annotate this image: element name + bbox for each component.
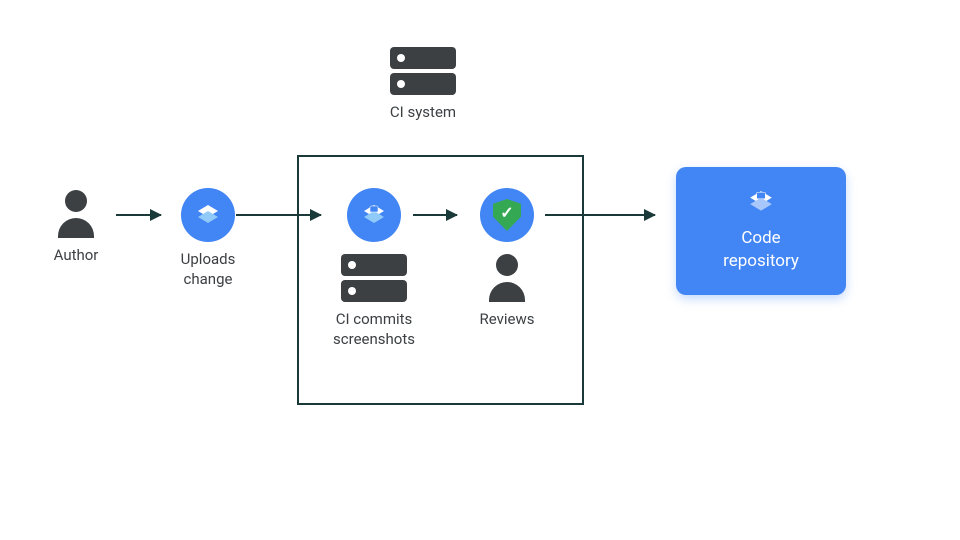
server-icon <box>390 47 456 95</box>
code-repository-card: Code repository <box>676 167 846 295</box>
stack-badge-icon <box>347 188 401 242</box>
author-label: Author <box>42 246 110 266</box>
uploads-change-node: Uploads change <box>166 188 250 289</box>
stack-icon <box>706 189 816 215</box>
person-icon <box>58 190 94 238</box>
ci-system-label: CI system <box>378 103 468 123</box>
ci-commits-label: CI commits screenshots <box>319 310 429 349</box>
author-node: Author <box>42 190 110 266</box>
server-icon <box>341 254 407 302</box>
arrow-author-uploads <box>116 214 161 216</box>
uploads-change-label: Uploads change <box>166 250 250 289</box>
checkmark-icon: ✓ <box>500 205 513 221</box>
reviews-label: Reviews <box>462 310 552 330</box>
shield-badge-icon: ✓ <box>480 188 534 242</box>
arrow-reviews-repo <box>545 214 655 216</box>
stack-badge-icon <box>181 188 235 242</box>
ci-system-node: CI system <box>378 47 468 123</box>
ci-commits-node: CI commits screenshots <box>319 188 429 349</box>
reviews-node: ✓ Reviews <box>462 188 552 330</box>
arrow-uploads-ci <box>236 214 321 216</box>
arrow-ci-reviews <box>413 214 457 216</box>
code-repository-label: Code repository <box>706 227 816 273</box>
person-icon <box>489 254 525 302</box>
